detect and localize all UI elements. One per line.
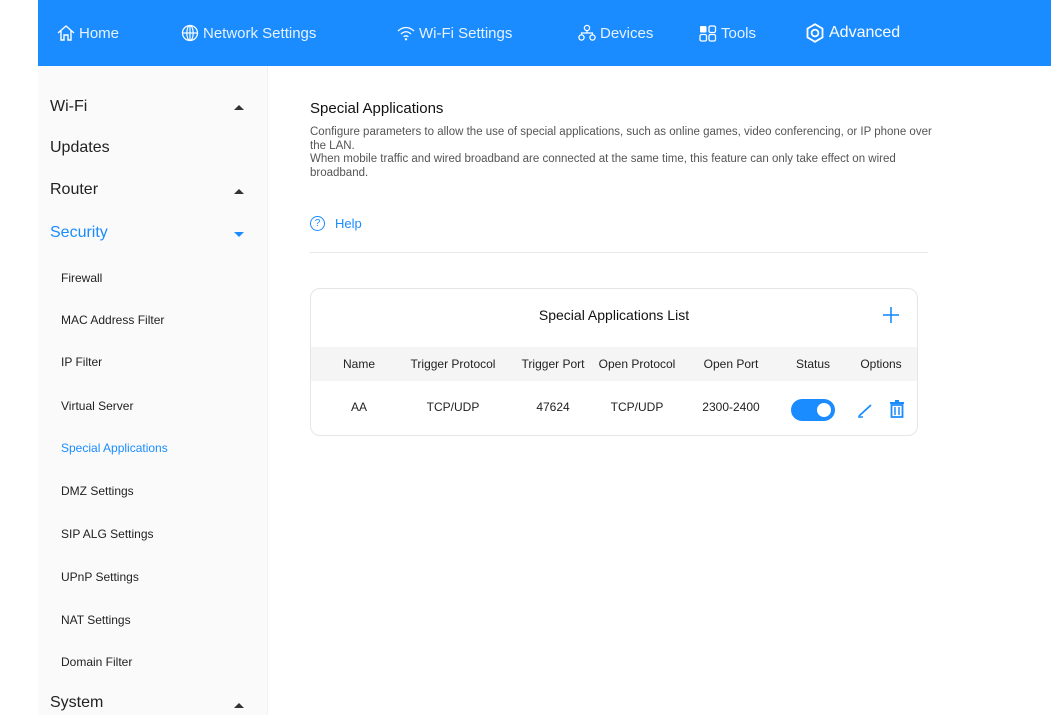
- nav-network-settings-label: Network Settings: [203, 24, 317, 42]
- sidebar-subitem-sip-alg-settings[interactable]: SIP ALG Settings: [61, 527, 154, 541]
- nav-network-settings[interactable]: Network Settings: [180, 22, 316, 44]
- nav-advanced[interactable]: Advanced: [804, 22, 900, 44]
- sidebar-subitem-domain-filter[interactable]: Domain Filter: [61, 655, 132, 669]
- special-applications-list-card: Special Applications List Name Trigger P…: [310, 288, 918, 436]
- column-header-trigger-protocol: Trigger Protocol: [410, 357, 496, 371]
- column-header-name: Name: [342, 357, 375, 371]
- nav-devices-label: Devices: [600, 24, 654, 42]
- column-header-open-protocol: Open Protocol: [598, 357, 676, 371]
- status-toggle[interactable]: [791, 399, 835, 421]
- help-label: Help: [335, 216, 362, 231]
- home-icon: [57, 25, 75, 41]
- column-header-trigger-port: Trigger Port: [521, 357, 585, 371]
- chevron-up-icon[interactable]: [234, 189, 244, 194]
- cell-name: AA: [350, 400, 367, 414]
- delete-icon[interactable]: [889, 400, 905, 418]
- chevron-up-icon[interactable]: [234, 703, 244, 708]
- cell-trigger-port: 47624: [536, 400, 570, 414]
- help-link[interactable]: ? Help: [310, 216, 362, 231]
- toggle-knob: [817, 403, 831, 417]
- table-header: Name Trigger Protocol Trigger Port Open …: [311, 347, 917, 381]
- page-description: Configure parameters to allow the use of…: [310, 126, 940, 180]
- description-line-2: When mobile traffic and wired broadband …: [310, 153, 896, 179]
- sidebar-item-router[interactable]: Router: [50, 181, 98, 199]
- cell-trigger-protocol: TCP/UDP: [426, 400, 480, 414]
- edit-icon[interactable]: [857, 402, 873, 418]
- sidebar-subitem-special-applications[interactable]: Special Applications: [61, 441, 168, 455]
- sidebar-item-security[interactable]: Security: [50, 224, 108, 242]
- nav-wifi-settings-label: Wi-Fi Settings: [419, 24, 513, 42]
- nav-home[interactable]: Home: [56, 22, 119, 44]
- sidebar-subitem-ip-filter[interactable]: IP Filter: [61, 355, 102, 369]
- column-header-status: Status: [795, 357, 831, 371]
- sidebar-subitem-dmz-settings[interactable]: DMZ Settings: [61, 484, 134, 498]
- sidebar-subitem-upnp-settings[interactable]: UPnP Settings: [61, 570, 139, 584]
- nav-tools[interactable]: Tools: [698, 22, 756, 44]
- sidebar: Wi-Fi Updates Router Security Firewall M…: [38, 66, 268, 715]
- sidebar-item-updates[interactable]: Updates: [50, 139, 110, 157]
- add-icon[interactable]: [879, 303, 903, 327]
- sidebar-subitem-nat-settings[interactable]: NAT Settings: [61, 613, 131, 627]
- nav-tools-label: Tools: [721, 24, 757, 42]
- nav-advanced-label: Advanced: [829, 24, 901, 41]
- top-navigation-bar: Home Network Settings Wi-Fi Settings Dev…: [0, 0, 1051, 66]
- gear-icon: [806, 23, 824, 43]
- chevron-up-icon[interactable]: [234, 105, 244, 110]
- sidebar-subitem-mac-address-filter[interactable]: MAC Address Filter: [61, 313, 164, 327]
- wifi-icon: [397, 26, 415, 41]
- sidebar-subitem-virtual-server[interactable]: Virtual Server: [61, 399, 133, 413]
- list-title: Special Applications List: [538, 307, 690, 323]
- nav-home-label: Home: [79, 24, 120, 42]
- divider: [310, 252, 928, 253]
- nav-wifi-settings[interactable]: Wi-Fi Settings: [396, 22, 512, 44]
- sidebar-item-wifi[interactable]: Wi-Fi: [50, 98, 87, 116]
- devices-icon: [578, 24, 596, 41]
- column-header-options: Options: [860, 357, 902, 371]
- help-icon: ?: [310, 216, 325, 231]
- tools-icon: [699, 25, 717, 42]
- page-title: Special Applications: [310, 100, 444, 117]
- globe-icon: [181, 24, 199, 42]
- column-header-open-port: Open Port: [703, 357, 759, 371]
- cell-open-protocol: TCP/UDP: [610, 400, 664, 414]
- description-line-1: Configure parameters to allow the use of…: [310, 126, 932, 152]
- nav-devices[interactable]: Devices: [577, 22, 653, 44]
- cell-open-port: 2300-2400: [702, 400, 760, 414]
- sidebar-item-system[interactable]: System: [50, 694, 103, 712]
- chevron-down-icon[interactable]: [234, 232, 244, 237]
- sidebar-subitem-firewall[interactable]: Firewall: [61, 271, 102, 285]
